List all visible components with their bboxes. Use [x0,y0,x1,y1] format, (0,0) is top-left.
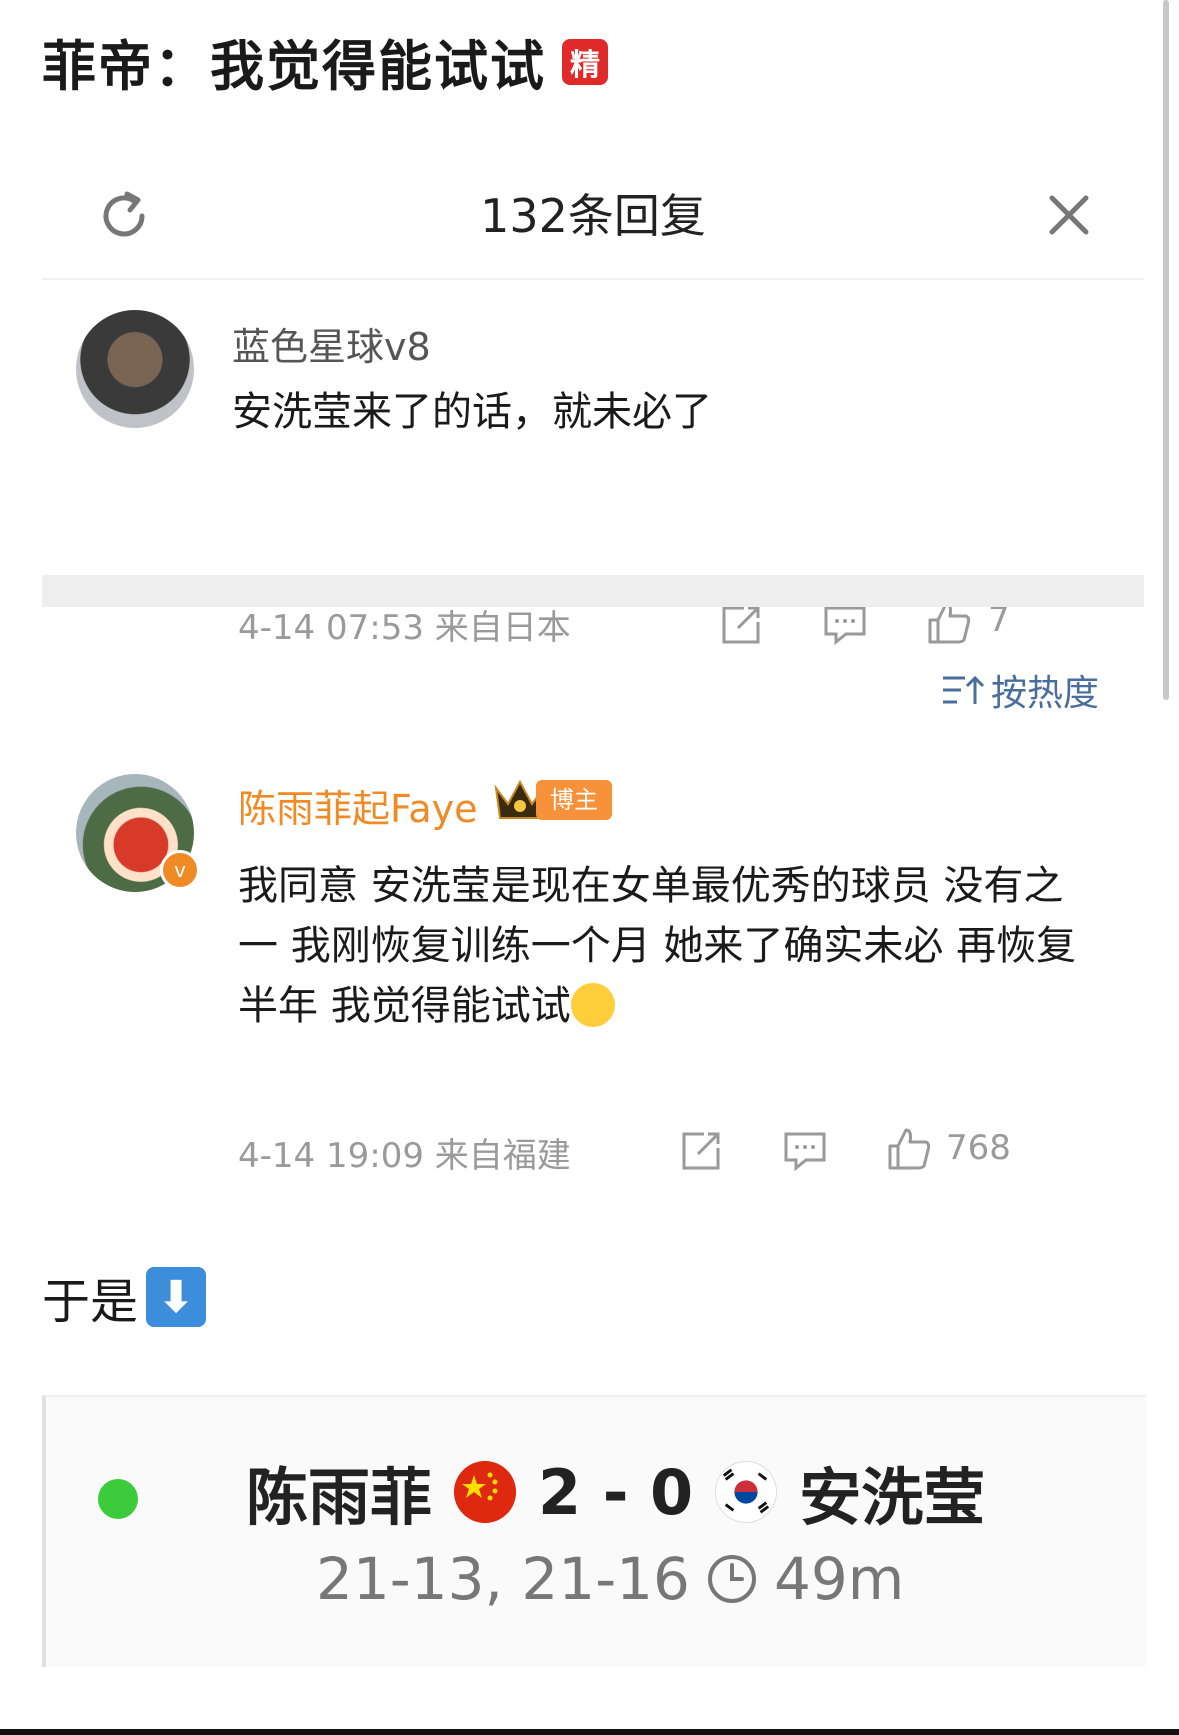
match-score: 2 - 0 [538,1455,694,1529]
comment-icon[interactable] [782,1128,828,1174]
score-row: 陈雨菲 2 - 0 安洗莹 [246,1447,985,1537]
set-scores-row: 21-13, 21-16 49m [316,1545,904,1613]
bottom-edge [0,1729,1179,1735]
share-icon[interactable] [678,1128,724,1174]
match-score-card[interactable]: 陈雨菲 2 - 0 安洗莹 21-13, 21-16 49m [42,1395,1146,1667]
player-b-name: 安洗莹 [799,1461,986,1534]
comment-icon[interactable] [822,602,868,648]
page-title: 菲帝：我觉得能试试 [42,35,546,98]
sort-icon [942,675,985,704]
china-flag-icon [454,1461,517,1523]
transition-text-row: 于是 ⬇ [42,1262,207,1332]
transition-text: 于是 [42,1274,139,1330]
share-icon[interactable] [718,602,764,648]
arrow-down-icon: ⬇ [146,1267,207,1327]
reply-panel: 132条回复 蓝色星球v8 安洗莹来了的话，就未必了 4-14 07:53 来自… [42,150,1144,1110]
live-status-dot [98,1479,138,1519]
section-divider [42,575,1144,607]
comment-meta: 4-14 19:09 来自福建 [238,1136,571,1176]
featured-badge: 精 [562,38,608,85]
player-a-name: 陈雨菲 [246,1461,433,1534]
clock-icon [707,1555,756,1603]
avatar[interactable] [76,310,194,428]
comment-text: 安洗莹来了的话，就未必了 [232,389,712,435]
close-icon[interactable] [1042,188,1096,242]
set-scores: 21-13, 21-16 [316,1545,690,1613]
match-duration: 49m [773,1545,905,1613]
like-count: 768 [946,1128,1011,1168]
sort-label: 按热度 [990,673,1099,714]
like-icon[interactable] [886,1126,932,1172]
panel-header: 132条回复 [42,150,1144,280]
korea-flag-icon [715,1461,778,1523]
scrollbar[interactable] [1163,0,1169,700]
reply-count: 132条回复 [480,189,706,243]
comment-username[interactable]: 蓝色星球v8 [232,316,431,371]
sort-by-hot[interactable]: 按热度 [941,664,1099,716]
comment-meta: 4-14 07:53 来自日本 [238,608,571,648]
post-title-row: 菲帝：我觉得能试试 精 [42,22,608,101]
